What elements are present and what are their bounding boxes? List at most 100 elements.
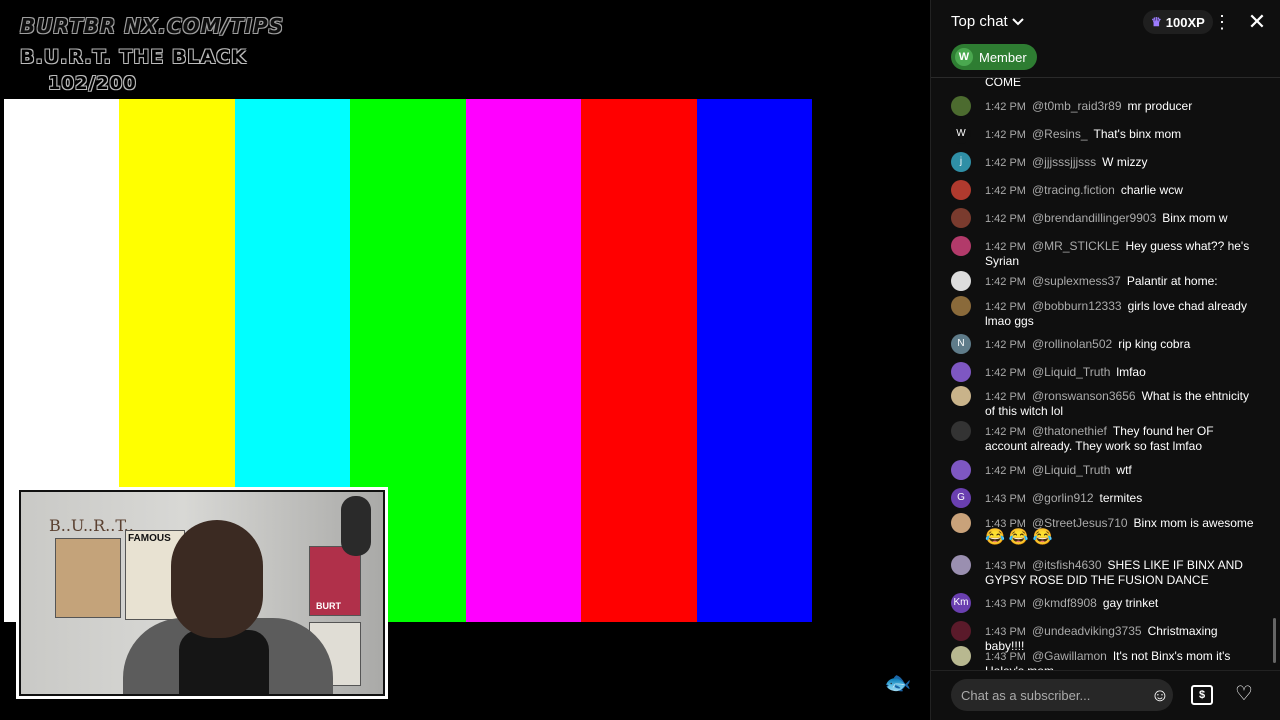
avatar[interactable] [951,555,971,575]
video-player[interactable]: BURTBR NX.COM/TIPS B.U.R.T. THE BLACK 10… [0,0,930,720]
message-body: 1:42 PM @Liquid_Truth lmfao [985,365,1257,380]
avatar[interactable] [951,460,971,480]
avatar[interactable] [951,421,971,441]
avatar[interactable]: j [951,152,971,172]
heart-icon[interactable]: ♡ [1233,683,1255,705]
message-timestamp: 1:42 PM [985,241,1026,253]
avatar[interactable] [951,236,971,256]
message-author[interactable]: @thatonethief [1032,424,1107,438]
message-body: 1:42 PM @suplexmess37 Palantir at home: [985,274,1257,289]
message-text: That's binx mom [1093,127,1182,141]
message-author[interactable]: @MR_STICKLE [1032,239,1120,253]
message-timestamp: 1:42 PM [985,276,1026,288]
message-text: Binx mom is awesome [1133,516,1254,530]
avatar[interactable]: Km [951,593,971,613]
message-timestamp: 1:43 PM [985,493,1026,505]
message-body: 1:43 PM @itsfish4630 SHES LIKE IF BINX AND… [985,558,1257,587]
message-author[interactable]: @Liquid_Truth [1032,463,1110,477]
member-filter-chip[interactable]: W Member [951,44,1037,70]
message-body: 1:43 PM @gorlin912 termites [985,491,1257,506]
avatar[interactable] [951,386,971,406]
overlay-tip-text: BURTBR NX.COM/TIPS [20,14,285,38]
message-body: 1:42 PM @Resins_ That's binx mom [985,127,1257,142]
avatar[interactable] [951,208,971,228]
message-body: 1:43 PM @kmdf8908 gay trinket [985,596,1257,611]
message-timestamp: 1:42 PM [985,465,1026,477]
message-timestamp: 1:42 PM [985,426,1026,438]
chat-mode-dropdown[interactable]: Top chat [951,13,1024,30]
avatar[interactable] [951,271,971,291]
message-text: Palantir at home: [1126,274,1218,288]
super-chat-icon[interactable]: $ [1191,685,1213,705]
avatar[interactable] [951,621,971,641]
member-chip-label: Member [979,49,1027,65]
message-author[interactable]: @Gawillamon [1032,649,1107,663]
avatar[interactable] [951,646,971,666]
message-author[interactable]: @t0mb_raid3r89 [1032,99,1122,113]
avatar[interactable] [951,513,971,533]
chat-header: Top chat ♛ 100XP ⋮ ✕ [931,0,1280,44]
message-author[interactable]: @undeadviking3735 [1032,624,1142,638]
webcam-feed: B..U..R..T.. FAMOUS BURT [16,487,388,699]
message-timestamp: 1:42 PM [985,391,1026,403]
fish-icon: 🐟 [884,670,912,695]
message-body: 1:42 PM @brendandillinger9903 Binx mom w [985,211,1257,226]
chevron-down-icon [1012,13,1024,30]
message-author[interactable]: @kmdf8908 [1032,596,1097,610]
avatar[interactable] [951,180,971,200]
message-text: termites [1099,491,1143,505]
message-text: wtf [1116,463,1132,477]
message-body: 1:42 PM @tracing.fiction charlie wcw [985,183,1257,198]
message-author[interactable]: @bobburn12333 [1032,299,1122,313]
message-author[interactable]: @StreetJesus710 [1032,516,1128,530]
more-options-icon[interactable]: ⋮ [1213,10,1231,34]
message-author[interactable]: @brendandillinger9903 [1032,211,1156,225]
message-text: W mizzy [1102,155,1148,169]
message-author[interactable]: @Resins_ [1032,127,1088,141]
xp-value: 100XP [1165,14,1205,30]
avatar[interactable]: N [951,334,971,354]
crown-icon: ♛ [1151,15,1162,29]
message-text: charlie wcw [1120,183,1183,197]
message-author[interactable]: @itsfish4630 [1032,558,1102,572]
message-author[interactable]: @jjjsssjjjsss [1032,155,1096,169]
message-timestamp: 1:42 PM [985,213,1026,225]
message-timestamp: 1:42 PM [985,157,1026,169]
message-author[interactable]: @Liquid_Truth [1032,365,1110,379]
message-body: 1:42 PM @MR_STICKLE Hey guess what?? he's … [985,239,1257,268]
chat-mode-label: Top chat [951,13,1008,30]
message-body: 1:42 PM @Liquid_Truth wtf [985,463,1257,478]
color-bar [581,99,697,622]
xp-badge[interactable]: ♛ 100XP [1143,10,1213,34]
message-author[interactable]: @tracing.fiction [1032,183,1115,197]
message-body: 1:43 PM @StreetJesus710 Binx mom is awesom… [985,516,1257,546]
message-timestamp: 1:42 PM [985,101,1026,113]
message-author[interactable]: @rollinolan502 [1032,337,1112,351]
avatar[interactable]: G [951,488,971,508]
emoji-icon[interactable]: ☺ [1150,685,1170,705]
message-author[interactable]: @gorlin912 [1032,491,1094,505]
message-author[interactable]: @ronswanson3656 [1032,389,1136,403]
message-body: 1:42 PM @thatonethief They found her OF ac… [985,424,1257,453]
avatar[interactable] [951,362,971,382]
chat-message-list[interactable]: COME 1:42 PM @t0mb_raid3r89 mr producer W 1:… [931,78,1280,670]
chat-scrollbar[interactable] [1273,618,1276,663]
avatar[interactable] [951,96,971,116]
message-timestamp: 1:42 PM [985,301,1026,313]
message-text: Binx mom w [1162,211,1228,225]
message-timestamp: 1:43 PM [985,651,1026,663]
avatar[interactable]: W [951,124,971,144]
message-author[interactable]: @suplexmess37 [1032,274,1121,288]
color-bar [696,99,812,622]
close-icon[interactable]: ✕ [1245,10,1269,34]
partial-message-text: COME [985,78,1021,89]
overlay-channel-name: B.U.R.T. THE BLACK [20,46,247,68]
chat-input-row: ☺ $ ♡ [931,670,1280,720]
member-chip-initial: W [955,48,973,66]
message-timestamp: 1:42 PM [985,129,1026,141]
message-timestamp: 1:43 PM [985,560,1026,572]
chat-input[interactable] [951,679,1173,711]
message-timestamp: 1:42 PM [985,185,1026,197]
message-body: 1:42 PM @bobburn12333 girls love chad alre… [985,299,1257,328]
avatar[interactable] [951,296,971,316]
